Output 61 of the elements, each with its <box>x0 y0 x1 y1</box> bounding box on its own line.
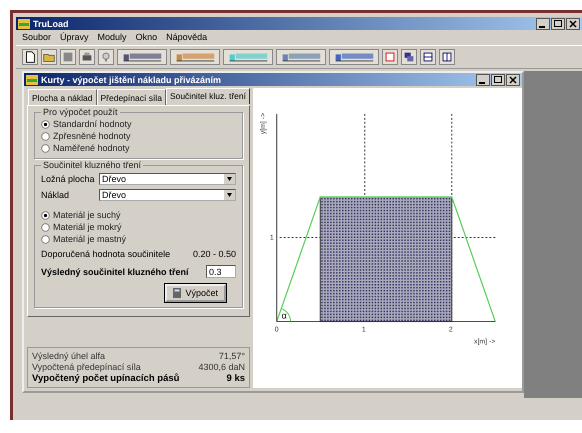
calculate-button[interactable]: Výpočet <box>165 284 226 302</box>
result-value: 9 ks <box>226 373 246 384</box>
minimize-button[interactable] <box>536 18 550 30</box>
radio-button[interactable] <box>41 132 50 140</box>
menu-item[interactable]: Okno <box>136 32 158 43</box>
tab[interactable]: Plocha a náklad <box>28 89 96 105</box>
radio-option[interactable]: Standardní hodnoty <box>41 119 236 129</box>
group-title: Pro výpočet použít <box>41 107 120 117</box>
result-label: Vypočtená předepínací síla <box>32 362 141 372</box>
close-button[interactable] <box>566 18 580 30</box>
new-file-icon[interactable] <box>22 49 38 65</box>
close-button[interactable] <box>506 74 520 86</box>
radio-option[interactable]: Materiál je mastný <box>41 234 236 244</box>
minimize-button[interactable] <box>476 74 490 86</box>
app-icon <box>18 18 30 28</box>
printer-icon[interactable] <box>79 49 95 65</box>
result-field[interactable]: 0.3 <box>206 265 236 278</box>
tab[interactable]: Předepínací síla <box>96 89 166 105</box>
recommended-value: 0.20 - 0.50 <box>192 249 236 259</box>
folder-icon[interactable] <box>41 49 57 65</box>
radio-option[interactable]: Naměřené hodnoty <box>41 143 236 153</box>
group-title: Součinitel kluzného tření <box>41 160 144 170</box>
field-label: Náklad <box>41 190 70 200</box>
radio-option[interactable]: Zpřesněné hodnoty <box>41 131 236 141</box>
menu-item[interactable]: Moduly <box>98 32 127 43</box>
result-value: 71,57° <box>218 351 246 361</box>
radio-button[interactable] <box>41 210 50 220</box>
app-title: TruLoad <box>33 18 70 28</box>
save-icon[interactable] <box>60 49 76 65</box>
window-icon[interactable] <box>382 49 398 65</box>
calculator-icon <box>173 288 182 298</box>
caret-icon <box>224 190 236 200</box>
menu-item[interactable]: Úpravy <box>60 32 89 43</box>
angle-arc <box>281 308 292 322</box>
result-label: Výsledný součinitel kluzného tření <box>41 266 189 276</box>
menu-item[interactable]: Soubor <box>22 32 52 43</box>
child-window-title: Kurty - výpočet jištění nákladu přivázáním <box>41 74 222 84</box>
caret-icon <box>224 174 236 184</box>
menu-item[interactable]: Nápověda <box>166 32 208 43</box>
result-label: Vypočtený počet upínacích pásů <box>32 373 180 384</box>
field-label: Ložná plocha <box>41 174 96 184</box>
radio-button[interactable] <box>41 222 50 232</box>
radio-button[interactable] <box>41 120 50 128</box>
window-icon <box>26 74 38 84</box>
result-value: 4300,6 daN <box>198 362 246 372</box>
angle-label: α <box>282 310 287 321</box>
radio-button[interactable] <box>41 144 50 152</box>
bulb-icon[interactable] <box>98 49 114 65</box>
result-label: Výsledný úhel alfa <box>32 351 106 361</box>
dropdown[interactable]: Dřevo <box>99 173 236 185</box>
radio-button[interactable] <box>41 234 50 244</box>
recommended-label: Doporučená hodnota součinitele <box>41 249 170 259</box>
tile-horizontal-icon[interactable] <box>420 49 436 65</box>
radio-option[interactable]: Materiál je mokrý <box>41 222 236 232</box>
maximize-button[interactable] <box>551 18 565 30</box>
cascade-icon[interactable] <box>401 49 417 65</box>
tile-vertical-icon[interactable] <box>439 49 455 65</box>
dropdown[interactable]: Dřevo <box>99 189 236 201</box>
radio-option[interactable]: Materiál je suchý <box>41 210 236 220</box>
tab[interactable]: Součinitel kluz. tření <box>166 88 250 104</box>
maximize-button[interactable] <box>491 74 505 86</box>
